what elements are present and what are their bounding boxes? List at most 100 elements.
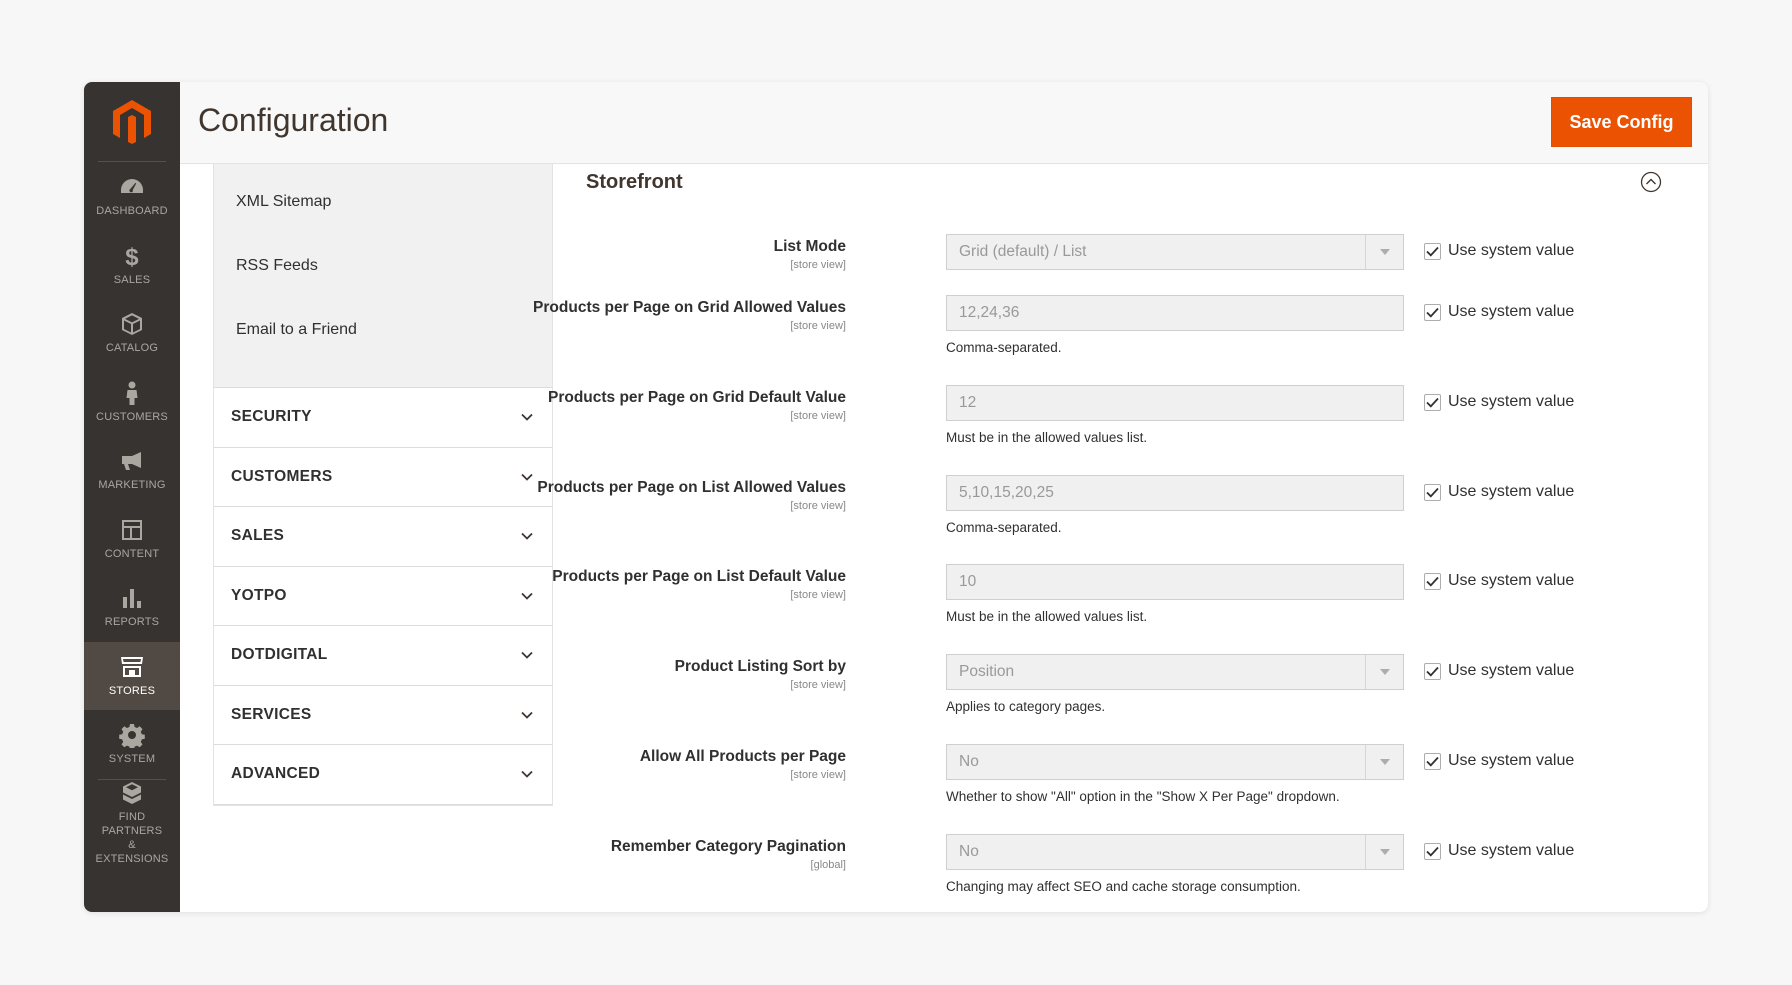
use-system-value-checkbox[interactable]: Use system value (1424, 662, 1574, 680)
cube-icon (122, 313, 142, 336)
checkbox-checked-icon[interactable] (1424, 303, 1441, 321)
checkbox-checked-icon[interactable] (1424, 242, 1441, 260)
tab-group-sales[interactable]: SALES (214, 507, 552, 567)
save-config-button[interactable]: Save Config (1551, 97, 1692, 147)
tab-xml-sitemap[interactable]: XML Sitemap (214, 170, 552, 234)
checkbox-checked-icon[interactable] (1424, 752, 1441, 770)
chevron-down-icon (521, 711, 533, 719)
nav-item-content[interactable]: CONTENT (84, 505, 180, 574)
field-note: Comma-separated. (946, 340, 1062, 355)
field-value: No (959, 753, 979, 770)
tab-group-security[interactable]: SECURITY (214, 388, 552, 448)
chevron-down-icon (521, 414, 533, 422)
checkbox-checked-icon[interactable] (1424, 572, 1441, 590)
chevron-down-icon (521, 533, 533, 541)
use-system-value-checkbox[interactable]: Use system value (1424, 393, 1574, 411)
field-select[interactable]: Grid (default) / List (946, 234, 1404, 270)
field-scope: [store view] (790, 259, 846, 271)
tab-group-label: SECURITY (231, 408, 312, 426)
magento-logo[interactable] (98, 82, 166, 162)
nav-item-marketing[interactable]: MARKETING (84, 436, 180, 505)
dropdown-arrow-icon (1365, 655, 1403, 689)
tab-group-services[interactable]: SERVICES (214, 685, 552, 745)
use-system-value-label: Use system value (1448, 242, 1575, 259)
section-title[interactable]: Storefront (586, 171, 683, 194)
checkbox-checked-icon[interactable] (1424, 842, 1441, 860)
field-note: Must be in the allowed values list. (946, 430, 1148, 445)
nav-item-sales[interactable]: $ SALES (84, 231, 180, 300)
page-header: Configuration Save Config (180, 82, 1708, 164)
person-icon (126, 381, 138, 405)
field-label: Products per Page on Grid Default Value (547, 389, 846, 406)
use-system-value-label: Use system value (1448, 483, 1575, 500)
nav-item-find-partners[interactable]: FIND PARTNERS & EXTENSIONS (96, 778, 168, 867)
chevron-down-icon (521, 652, 533, 660)
tab-group-customers[interactable]: CUSTOMERS (214, 447, 552, 507)
field-input[interactable]: 10 (946, 564, 1404, 600)
nav-item-stores[interactable]: STORES (84, 641, 180, 710)
nav-label: CATALOG (105, 342, 159, 355)
use-system-value-checkbox[interactable]: Use system value (1424, 842, 1574, 860)
field-value: 10 (959, 573, 977, 590)
field-value: Grid (default) / List (959, 243, 1087, 260)
dropdown-arrow-icon (1365, 235, 1403, 269)
tab-group-label: YOTPO (231, 586, 287, 604)
collapse-section-icon[interactable] (1640, 171, 1662, 193)
tab-group-label: SALES (231, 527, 285, 545)
config-form: Storefront List Mode [store view] Grid (de… (533, 164, 1708, 912)
catalog-sub-items: XML Sitemap RSS Feeds Email to a Friend (214, 164, 552, 388)
checkbox-checked-icon[interactable] (1424, 662, 1441, 680)
use-system-value-checkbox[interactable]: Use system value (1424, 242, 1574, 260)
storefront-icon (121, 656, 143, 677)
tab-group-dotdigital[interactable]: DOTDIGITAL (214, 626, 552, 686)
field-scope: [store view] (790, 320, 846, 332)
use-system-value-checkbox[interactable]: Use system value (1424, 572, 1574, 590)
use-system-value-checkbox[interactable]: Use system value (1424, 303, 1574, 321)
config-tabs: XML Sitemap RSS Feeds Email to a Friend … (213, 164, 553, 806)
tab-group-label: ADVANCED (231, 765, 321, 783)
field-value: Position (959, 663, 1015, 680)
admin-sidebar: DASHBOARD $ SALES CATALOG CUSTOMERS MARK… (84, 82, 180, 912)
field-label: Allow All Products per Page (639, 748, 846, 765)
field-note: Comma-separated. (946, 520, 1062, 535)
svg-text:$: $ (125, 244, 139, 269)
use-system-value-label: Use system value (1448, 303, 1575, 320)
field-row: Products per Page on Grid Default Value [… (548, 385, 1708, 469)
field-value: 12,24,36 (959, 304, 1020, 321)
checkbox-checked-icon[interactable] (1424, 483, 1441, 501)
use-system-value-checkbox[interactable]: Use system value (1424, 483, 1574, 501)
nav-item-catalog[interactable]: CATALOG (84, 299, 180, 368)
dropdown-arrow-icon (1365, 745, 1403, 779)
nav-item-reports[interactable]: REPORTS (84, 573, 180, 642)
field-label: List Mode (773, 238, 846, 255)
tab-group-advanced[interactable]: ADVANCED (214, 745, 552, 805)
megaphone-icon (122, 452, 141, 471)
nav-label: CONTENT (104, 547, 160, 560)
field-select[interactable]: Position (946, 654, 1404, 690)
dollar-icon: $ (125, 244, 139, 269)
field-select[interactable]: No (946, 744, 1404, 780)
nav-label: DASHBOARD (96, 205, 168, 218)
use-system-value-checkbox[interactable]: Use system value (1424, 752, 1574, 770)
nav-item-customers[interactable]: CUSTOMERS (84, 368, 180, 437)
field-value: 5,10,15,20,25 (959, 484, 1054, 501)
field-row: Products per Page on Grid Allowed Values… (533, 295, 1708, 379)
tab-group-label: DOTDIGITAL (231, 646, 328, 664)
field-select[interactable]: No (946, 834, 1404, 870)
nav-item-system[interactable]: SYSTEM (84, 710, 180, 779)
nav-item-dashboard[interactable]: DASHBOARD (84, 162, 180, 231)
tab-group-yotpo[interactable]: YOTPO (214, 566, 552, 626)
field-input[interactable]: 5,10,15,20,25 (946, 475, 1404, 511)
layout-icon (122, 519, 142, 540)
field-row: Allow All Products per Page [store view] N… (554, 744, 1708, 828)
field-note: Whether to show "All" option in the "Sho… (946, 789, 1340, 804)
boxes-icon (123, 782, 141, 804)
tab-rss-feeds[interactable]: RSS Feeds (214, 234, 552, 298)
field-input[interactable]: 12 (946, 385, 1404, 421)
tab-email-to-a-friend[interactable]: Email to a Friend (214, 298, 552, 362)
field-note: Must be in the allowed values list. (946, 609, 1148, 624)
use-system-value-label: Use system value (1448, 842, 1575, 859)
gear-icon (119, 724, 145, 749)
checkbox-checked-icon[interactable] (1424, 393, 1441, 411)
field-input[interactable]: 12,24,36 (946, 295, 1404, 331)
